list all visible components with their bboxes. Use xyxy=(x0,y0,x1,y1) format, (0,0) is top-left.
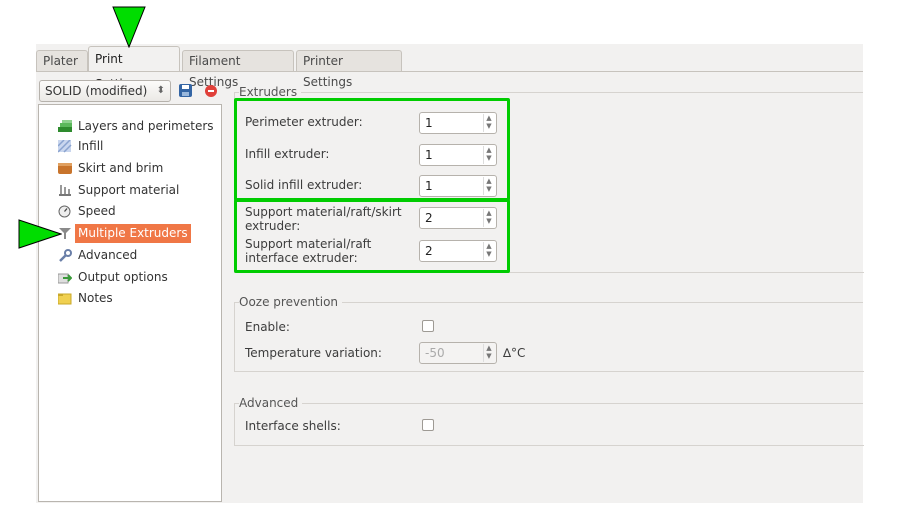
tab-filament-settings[interactable]: Filament Settings xyxy=(182,50,294,89)
ooze-prevention-title: Ooze prevention xyxy=(239,295,343,309)
interface-shells-label: Interface shells: xyxy=(245,419,341,433)
ooze-enable-label: Enable: xyxy=(245,320,290,334)
speed-icon xyxy=(58,205,72,218)
highlight-box-extruders xyxy=(234,98,510,201)
preset-value: SOLID (modified) xyxy=(45,84,148,98)
temperature-variation-spinner[interactable]: -50 ▲ ▼ xyxy=(419,342,497,364)
interface-shells-checkbox[interactable] xyxy=(422,419,434,431)
save-icon[interactable] xyxy=(179,84,192,97)
temperature-unit: ∆°C xyxy=(503,346,526,360)
tab-bar: Plater Print Settings Filament Settings … xyxy=(36,46,863,91)
output-icon xyxy=(57,271,73,284)
tab-plater[interactable]: Plater xyxy=(36,50,88,71)
tab-print-settings[interactable]: Print Settings xyxy=(88,46,180,91)
tab-divider xyxy=(36,71,863,72)
wrench-icon xyxy=(58,249,72,262)
layers-icon xyxy=(58,120,72,133)
skirt-icon xyxy=(58,162,72,175)
spin-arrows-icon[interactable]: ▲ ▼ xyxy=(483,344,494,362)
highlight-box-support-extruders xyxy=(234,199,510,273)
notes-icon xyxy=(57,292,72,305)
advanced-group-title: Advanced xyxy=(239,396,303,410)
temperature-variation-label: Temperature variation: xyxy=(245,346,382,360)
ooze-enable-checkbox[interactable] xyxy=(422,320,434,332)
support-icon xyxy=(58,184,72,197)
tab-printer-settings[interactable]: Printer Settings xyxy=(296,50,402,89)
preset-select[interactable]: SOLID (modified) ⬍ xyxy=(39,80,171,102)
ooze-prevention-group xyxy=(234,302,864,372)
extruders-group-title: Extruders xyxy=(239,85,302,99)
arrow-down-icon xyxy=(112,6,146,48)
infill-icon xyxy=(57,139,72,153)
delete-icon[interactable] xyxy=(205,85,217,97)
updown-icon: ⬍ xyxy=(156,85,165,96)
arrow-right-icon xyxy=(18,219,62,249)
